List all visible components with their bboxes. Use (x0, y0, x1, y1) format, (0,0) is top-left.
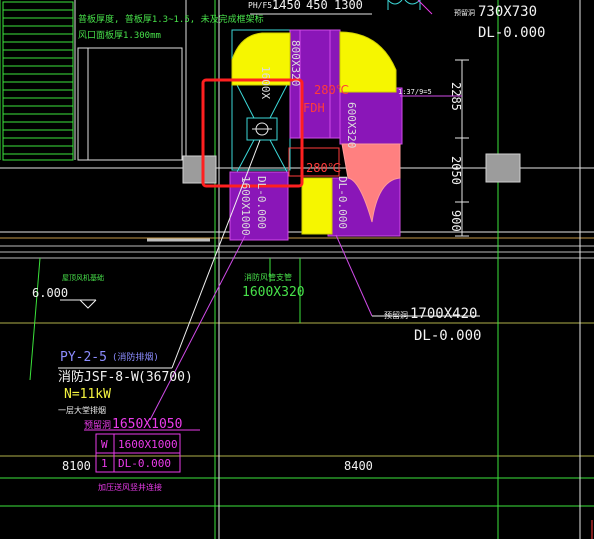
level-elevation: 6.000 (32, 286, 68, 300)
opening-top-right-size: 730X730 (478, 4, 537, 20)
bottom-note: 加压送风竖井连接 (98, 482, 162, 492)
opening-right-prefix: 预留洞 (384, 310, 408, 320)
equipment-tag-note: (消防排烟) (112, 351, 159, 363)
table-row1-value: 1600X1000 (118, 438, 178, 451)
fire-damper-temp-1: 280℃ (314, 83, 349, 97)
table-row2-value: DL-0.000 (118, 457, 171, 470)
equipment-power: N=11kW (64, 387, 111, 402)
notes-line-2: 风口面板厚1.300mm (78, 29, 161, 41)
grid-dim-8400: 8400 (344, 459, 373, 473)
equipment-tag: PY-2-5 (60, 350, 107, 365)
opening-left-prefix: 预留洞 (84, 419, 111, 431)
equipment-flow: (36700) (138, 370, 193, 385)
duct-label-dl-left: DL-0.000 (255, 176, 268, 229)
dim-1300: 1300 (334, 0, 363, 12)
duct-support-size: 1600X320 (242, 285, 305, 300)
dim-900: 900 (449, 210, 463, 232)
duct-label-800x320: 800X320 (289, 40, 302, 86)
dim-1450: 1450 (272, 0, 301, 12)
equipment-model: 消防JSF-8-W (58, 369, 139, 385)
column-right (485, 153, 521, 183)
fire-damper-temp-2: 280℃ (306, 161, 341, 175)
elbow-lower (301, 177, 333, 235)
table-row2-code: 1 (101, 457, 108, 470)
opening-top-right-dl: DL-0.000 (478, 25, 545, 41)
column-left (182, 155, 217, 184)
green-small-note: 屋顶风机基础 (62, 273, 104, 282)
duct-label-dl-right: DL-0.000 (336, 176, 349, 229)
opening-left-size: 1650X1050 (112, 417, 182, 432)
opening-right-size: 1700X420 (410, 306, 477, 322)
grid-dim-8100: 8100 (62, 459, 91, 473)
dim-2050: 2050 (449, 156, 463, 185)
notes-line-1: 普板厚度, 普板厚1.3~1.5, 未及完成框架标 (78, 13, 264, 25)
opening-top-right-prefix: 预留洞 (454, 8, 475, 17)
duct-support-label: 消防风管支管 (244, 272, 292, 282)
dim-2285: 2285 (449, 82, 463, 111)
duct-label-1600x1000: 1600X1000 (239, 176, 252, 236)
elbow-label-1600x: 1600X (259, 66, 272, 99)
small-note: 1:37/9=5 (398, 88, 432, 96)
table-row1-code: W (101, 438, 108, 451)
opening-right-dl: DL-0.000 (414, 328, 481, 344)
cad-drawing-canvas[interactable]: 普板厚度, 普板厚1.3~1.5, 未及完成框架标 风口面板厚1.300mm W… (0, 0, 594, 539)
dim-450: 450 (306, 0, 328, 12)
fire-damper-code: FDH (303, 101, 325, 115)
duct-label-600x320: 600X320 (345, 102, 358, 148)
equipment-note: 一层大堂排烟 (58, 405, 106, 415)
